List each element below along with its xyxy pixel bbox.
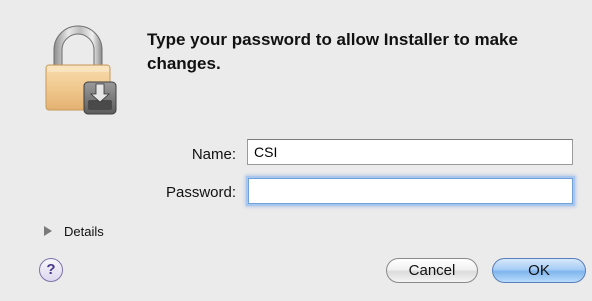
lock-installer-icon	[45, 25, 117, 115]
authentication-dialog: Type your password to allow Installer to…	[0, 0, 592, 301]
disclosure-triangle-icon[interactable]	[44, 226, 52, 236]
question-mark-icon: ?	[46, 261, 56, 278]
password-label: Password:	[165, 184, 236, 201]
password-field[interactable]	[248, 178, 573, 204]
ok-button[interactable]: OK	[492, 258, 586, 283]
cancel-button[interactable]: Cancel	[386, 258, 478, 283]
name-field[interactable]	[247, 139, 573, 165]
details-disclosure[interactable]: Details	[44, 221, 104, 241]
details-label: Details	[64, 223, 104, 239]
dialog-message: Type your password to allow Installer to…	[147, 30, 518, 73]
help-button[interactable]: ?	[39, 258, 63, 282]
name-label: Name:	[191, 146, 236, 163]
